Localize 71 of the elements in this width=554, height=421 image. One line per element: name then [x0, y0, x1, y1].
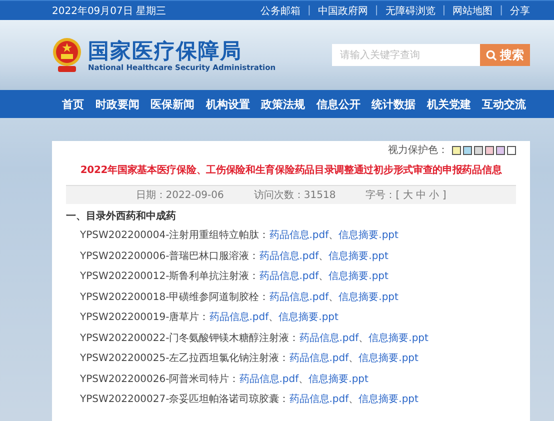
meta-text: 访问次数：31518 [254, 188, 336, 202]
separator-text: 、 [328, 229, 339, 242]
search-field[interactable]: 请输入关键字查询 [332, 44, 480, 66]
drug-label: YPSW202200004-注射用重组特立帕肽： [80, 228, 270, 242]
drug-label: YPSW202200012-斯鲁利单抗注射液： [80, 270, 260, 284]
file-link[interactable]: 信息摘要.ppt [338, 228, 398, 242]
file-link[interactable]: 信息摘要.ppt [358, 392, 418, 406]
separator-text: | [441, 5, 447, 16]
file-link[interactable]: 信息摘要.ppt [328, 269, 388, 284]
nav-item[interactable]: 机构设置 [206, 96, 250, 112]
color-swatch[interactable] [485, 146, 494, 154]
drug-label: YPSW202200006-普瑞巴林口服溶液： [80, 250, 260, 263]
color-swatch[interactable] [507, 146, 516, 154]
separator-text: 、 [358, 332, 369, 345]
separator-text: 、 [348, 352, 359, 366]
color-swatch[interactable] [452, 146, 461, 154]
search-icon [486, 50, 497, 60]
file-link[interactable]: 信息摘要.ppt [278, 310, 338, 324]
eye-care-label: 视力保护色： [388, 144, 448, 157]
file-link[interactable]: 信息摘要.ppt [338, 290, 398, 304]
top-link[interactable]: 中国政府网 [318, 4, 368, 18]
nav-item[interactable]: 首页 [62, 96, 84, 112]
file-link[interactable]: 信息摘要.ppt [328, 248, 388, 263]
separator-text: 、 [328, 290, 339, 304]
drug-label: YPSW202200027-奈妥匹坦帕洛诺司琼胶囊： [80, 392, 290, 406]
file-link[interactable]: 药品信息.pdf [289, 351, 349, 366]
file-link[interactable]: 药品信息.pdf [269, 228, 329, 242]
top-link[interactable]: 无障碍浏览 [385, 4, 436, 18]
drug-label: YPSW202200018-甲磺维参阿道制胶栓： [80, 290, 270, 304]
separator-text: 、 [298, 372, 309, 386]
separator-text: | [306, 5, 312, 16]
file-link[interactable]: 药品信息.pdf [239, 372, 299, 386]
color-swatch[interactable] [496, 146, 505, 154]
separator-text: | [374, 5, 380, 16]
date-text: 2022年09月07日 星期三 [52, 4, 166, 18]
meta-text: 日期：2022-09-06 [136, 188, 224, 202]
nav-item[interactable]: 信息公开 [316, 96, 360, 112]
site-title: 国家医疗保障局 [88, 38, 243, 62]
file-link[interactable]: 药品信息.pdf [289, 392, 349, 406]
article-title: 2022年国家基本医疗保险、工伤保险和生育保险药品目录调整通过初步形式审查的申报药品信息 [79, 163, 503, 177]
nav-item[interactable]: 时政要闻 [95, 96, 140, 112]
file-link[interactable]: 药品信息.pdf [259, 269, 319, 284]
file-link[interactable]: 药品信息.pdf [259, 248, 319, 263]
file-link[interactable]: 信息摘要.ppt [368, 330, 428, 345]
separator-text: 、 [318, 270, 329, 284]
top-link[interactable]: 网站地图 [452, 4, 493, 18]
top-link[interactable]: 公务邮箱 [260, 4, 300, 18]
color-swatch[interactable] [463, 146, 472, 154]
section-heading: 一、目录外西药和中成药 [66, 210, 177, 223]
emblem-icon [52, 36, 82, 74]
drug-label: YPSW202200022-门冬氨酸钾镁木糖醇注射液： [80, 332, 300, 345]
file-link[interactable]: 药品信息.pdf [299, 330, 359, 345]
meta-text: 字号：[ 大 中 小 ] [366, 188, 446, 202]
file-link[interactable]: 信息摘要.ppt [358, 351, 418, 366]
drug-label: YPSW202200019-唐草片： [80, 310, 210, 324]
separator-text: 、 [348, 393, 359, 406]
drug-label: YPSW202200026-阿普米司特片： [80, 372, 240, 386]
nav-item[interactable]: 政策法规 [261, 96, 305, 112]
file-link[interactable]: 药品信息.pdf [209, 310, 269, 324]
color-swatch[interactable] [474, 146, 483, 154]
drug-label: YPSW202200025-左乙拉西坦氯化钠注射液： [80, 352, 290, 366]
nav-item[interactable]: 统计数据 [372, 96, 416, 112]
nav-item[interactable]: 医保新闻 [150, 96, 194, 112]
separator-text: 、 [268, 311, 279, 324]
nav-item[interactable]: 机关党建 [426, 96, 471, 112]
separator-text: | [498, 5, 504, 16]
nav-item[interactable]: 互动交流 [482, 96, 526, 112]
separator-text: 、 [318, 250, 329, 263]
file-link[interactable]: 药品信息.pdf [269, 290, 329, 304]
top-link[interactable]: 分享 [510, 4, 530, 18]
file-link[interactable]: 信息摘要.ppt [308, 372, 368, 386]
